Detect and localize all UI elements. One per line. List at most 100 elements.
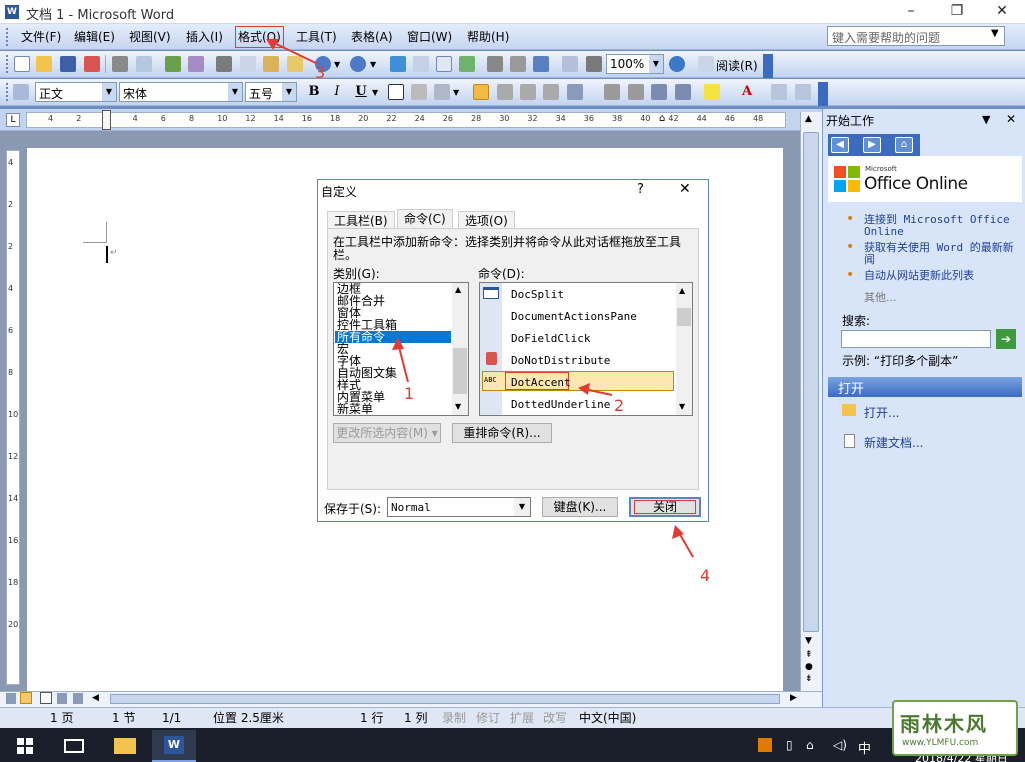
battery-icon[interactable]: ▯ (786, 738, 793, 752)
hyperlink-icon[interactable] (390, 56, 406, 72)
italic-button[interactable]: I (328, 83, 346, 101)
category-scroll-down-icon[interactable]: ▼ (455, 402, 461, 411)
ime-indicator[interactable]: 中 (858, 738, 871, 757)
dialog-close-button[interactable]: 关闭 (629, 497, 701, 517)
enclose-chars-icon[interactable] (795, 84, 811, 100)
command-scroll-up-icon[interactable]: ▲ (679, 286, 685, 295)
menu-format[interactable]: 格式(O) (235, 26, 284, 48)
link-auto-update[interactable]: 自动从网站更新此列表 (864, 270, 1022, 282)
bullets-icon[interactable] (628, 84, 644, 100)
network-icon[interactable]: ⌂ (806, 738, 814, 752)
save-in-select[interactable]: Normal ▼ (387, 497, 531, 517)
outline-view-icon[interactable] (57, 693, 67, 704)
dialog-help-button[interactable]: ? (637, 182, 644, 197)
paste-icon[interactable] (263, 56, 279, 72)
redo-dropdown-icon[interactable]: ▼ (370, 60, 376, 69)
char-scaling-icon[interactable] (434, 84, 450, 100)
line-spacing-icon[interactable] (567, 84, 583, 100)
link-more[interactable]: 其他... (864, 289, 897, 305)
vertical-scrollbar-thumb[interactable] (803, 132, 819, 632)
toolbar-options-icon[interactable] (763, 54, 773, 78)
menu-help[interactable]: 帮助(H) (465, 28, 511, 46)
permission-icon[interactable] (84, 56, 100, 72)
drawing-icon[interactable] (510, 56, 526, 72)
style-dropdown-icon[interactable]: ▼ (102, 83, 116, 101)
modify-selection-button[interactable]: 更改所选内容(M) ▾ (333, 423, 441, 443)
status-overtype[interactable]: 改写 (543, 710, 567, 726)
increase-indent-icon[interactable] (675, 84, 691, 100)
insert-table-icon[interactable] (436, 56, 452, 72)
menu-file[interactable]: 文件(F) (19, 28, 63, 46)
command-item[interactable]: DocSplit (511, 288, 564, 301)
menu-view[interactable]: 视图(V) (127, 28, 173, 46)
show-hide-icon[interactable] (586, 56, 602, 72)
normal-view-icon[interactable] (6, 693, 16, 704)
formatting-toolbar-grip[interactable] (6, 83, 9, 101)
category-scrollbar-thumb[interactable] (453, 348, 467, 394)
taskbar-word-button[interactable]: W (152, 730, 196, 762)
underline-button[interactable]: U (352, 83, 370, 101)
menu-edit[interactable]: 编辑(E) (72, 28, 117, 46)
tab-commands[interactable]: 命令(C) (397, 209, 453, 229)
restore-button[interactable]: ❐ (934, 0, 980, 24)
scroll-right-icon[interactable]: ▶ (790, 693, 797, 703)
indent-marker-right[interactable]: ⌂ (659, 113, 665, 124)
dialog-close-icon[interactable]: ✕ (679, 181, 691, 197)
zoom-select[interactable]: 100% ▼ (606, 54, 664, 74)
bold-button[interactable]: B (305, 83, 323, 101)
tray-app-icon[interactable] (758, 738, 772, 752)
font-select[interactable]: 宋体 ▼ (119, 82, 243, 102)
word-app-icon[interactable]: W (5, 5, 19, 19)
command-item[interactable]: DocumentActionsPane (511, 310, 637, 323)
numbering-icon[interactable] (604, 84, 620, 100)
print-view-icon[interactable] (40, 692, 52, 704)
format-painter-icon[interactable] (287, 56, 303, 72)
read-button[interactable]: 阅读(R) (716, 57, 758, 74)
indent-marker-left[interactable] (102, 110, 111, 130)
style-select[interactable]: 正文 ▼ (35, 82, 117, 102)
document-map-icon[interactable] (533, 56, 549, 72)
format-toolbar-options-icon[interactable] (818, 82, 828, 106)
task-view-icon[interactable] (64, 739, 84, 753)
minimize-button[interactable]: – (888, 0, 934, 24)
command-item-selected[interactable]: DotAccent (511, 376, 571, 389)
keyboard-button[interactable]: 键盘(K)... (542, 497, 618, 517)
distributed-icon[interactable] (543, 84, 559, 100)
font-dropdown-icon[interactable]: ▼ (228, 83, 242, 101)
styles-formatting-icon[interactable] (13, 84, 29, 100)
align-justify-icon[interactable] (473, 84, 489, 100)
help-dropdown-icon[interactable]: ▼ (991, 28, 999, 39)
read-icon[interactable] (698, 56, 714, 72)
cut-icon[interactable] (216, 56, 232, 72)
task-pane-menu-icon[interactable]: ▼ (982, 113, 990, 126)
command-item[interactable]: DoNotDistribute (511, 354, 610, 367)
char-border-icon[interactable] (388, 84, 404, 100)
insert-excel-icon[interactable] (459, 56, 475, 72)
link-new-document[interactable]: 新建文档... (864, 434, 923, 451)
close-button[interactable]: ✕ (979, 0, 1025, 24)
menu-table[interactable]: 表格(A) (349, 28, 395, 46)
tab-selector[interactable]: L (6, 113, 20, 127)
status-track[interactable]: 修订 (476, 710, 500, 726)
reading-layout-icon[interactable] (562, 56, 578, 72)
tables-borders-icon[interactable] (413, 56, 429, 72)
decrease-indent-icon[interactable] (651, 84, 667, 100)
char-shading-icon[interactable] (411, 84, 427, 100)
save-icon[interactable] (60, 56, 76, 72)
command-scroll-down-icon[interactable]: ▼ (679, 402, 685, 411)
web-view-icon[interactable] (20, 692, 32, 704)
research-icon[interactable] (188, 56, 204, 72)
new-document-icon[interactable] (14, 56, 30, 72)
zoom-dropdown-icon[interactable]: ▼ (649, 55, 663, 73)
command-listbox[interactable] (479, 282, 693, 416)
task-pane-close-icon[interactable]: ✕ (1006, 112, 1016, 126)
font-size-select[interactable]: 五号 ▼ (245, 82, 297, 102)
link-latest-news[interactable]: 获取有关使用 Word 的最新新闻 (864, 242, 1022, 266)
command-scrollbar[interactable] (676, 283, 692, 415)
underline-dropdown-icon[interactable]: ▼ (372, 88, 378, 97)
font-color-button[interactable]: A (738, 83, 756, 101)
home-icon[interactable]: ⌂ (895, 137, 913, 153)
help-search-input[interactable]: 键入需要帮助的问题 (827, 26, 1005, 46)
category-scroll-up-icon[interactable]: ▲ (455, 285, 461, 294)
task-pane-search-input[interactable] (841, 330, 991, 348)
